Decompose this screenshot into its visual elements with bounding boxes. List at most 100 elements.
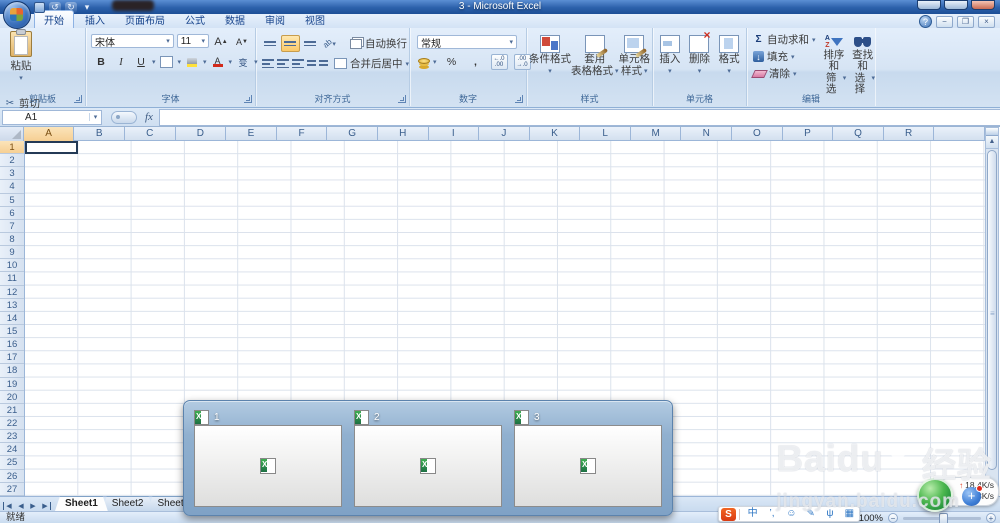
restore-button[interactable]: [944, 0, 968, 10]
percent-style-button[interactable]: %: [443, 54, 461, 70]
align-left-button[interactable]: [261, 55, 275, 72]
column-header-D[interactable]: D: [176, 127, 227, 141]
tab-页面布局[interactable]: 页面布局: [116, 11, 174, 28]
window-thumbnail-1[interactable]: 1: [194, 409, 342, 507]
row-header-27[interactable]: 27: [0, 483, 24, 496]
save-icon[interactable]: [34, 1, 45, 13]
sheet-tab-sheet2[interactable]: Sheet2: [102, 496, 154, 511]
align-center-button[interactable]: [276, 55, 290, 72]
align-bottom-button[interactable]: [301, 35, 320, 52]
paste-button[interactable]: 粘贴 ▾: [4, 29, 38, 91]
column-header-E[interactable]: E: [226, 127, 277, 141]
row-header-10[interactable]: 10: [0, 259, 24, 273]
column-header-P[interactable]: P: [783, 127, 834, 141]
orientation-button[interactable]: ab ▾: [320, 35, 339, 52]
speed-ball[interactable]: [917, 478, 953, 512]
office-button[interactable]: [3, 1, 31, 29]
window-thumbnail-3[interactable]: 3: [514, 409, 662, 507]
increase-indent-button[interactable]: [318, 55, 329, 72]
chevron-down-icon[interactable]: ▾: [89, 113, 101, 121]
align-right-button[interactable]: [291, 55, 305, 72]
tab-视图[interactable]: 视图: [296, 11, 334, 28]
undo-icon[interactable]: ↺: [49, 1, 61, 13]
bold-button[interactable]: B: [92, 54, 110, 70]
row-header-24[interactable]: 24: [0, 443, 24, 457]
row-header-16[interactable]: 16: [0, 338, 24, 352]
column-header-A[interactable]: A: [23, 127, 75, 141]
redo-icon[interactable]: ↻: [65, 1, 77, 13]
align-top-button[interactable]: [261, 35, 280, 52]
dialog-launcher-icon[interactable]: [398, 95, 406, 103]
row-header-11[interactable]: 11: [0, 272, 24, 286]
font-size-select[interactable]: 11 ▾: [176, 34, 209, 48]
column-header-C[interactable]: C: [125, 127, 176, 141]
find-select-button[interactable]: 查找和 选择 ▾: [850, 32, 875, 95]
select-all-corner[interactable]: [0, 127, 24, 141]
row-header-9[interactable]: 9: [0, 246, 24, 260]
italic-button[interactable]: I: [112, 54, 130, 70]
font-color-button[interactable]: A: [209, 54, 227, 70]
qat-dropdown-icon[interactable]: ▾: [81, 2, 93, 13]
phonetic-guide-button[interactable]: 变: [234, 54, 252, 70]
zoom-slider[interactable]: [903, 512, 981, 523]
underline-button[interactable]: U: [132, 54, 150, 70]
row-header-20[interactable]: 20: [0, 391, 24, 404]
name-box[interactable]: A1 ▾: [2, 109, 102, 125]
workbook-restore-button[interactable]: ❐: [957, 15, 974, 28]
row-header-5[interactable]: 5: [0, 194, 24, 207]
tab-数据[interactable]: 数据: [216, 11, 254, 28]
help-button[interactable]: ?: [919, 15, 932, 28]
column-header-J[interactable]: J: [479, 127, 530, 141]
zoom-in-button[interactable]: +: [986, 513, 996, 523]
comma-style-button[interactable]: ,: [467, 54, 485, 70]
vertical-scrollbar[interactable]: ▲: [985, 127, 999, 496]
row-header-19[interactable]: 19: [0, 378, 24, 391]
split-handle[interactable]: [986, 128, 998, 136]
align-middle-button[interactable]: [280, 35, 300, 52]
fill-color-button[interactable]: [183, 54, 201, 70]
column-header-O[interactable]: O: [732, 127, 783, 141]
cell-styles-button[interactable]: 单元格 样式 ▾: [619, 32, 650, 77]
column-header-M[interactable]: M: [631, 127, 682, 141]
row-header-25[interactable]: 25: [0, 456, 24, 470]
format-cells-button[interactable]: 格式 ▾: [719, 32, 740, 77]
zoom-slider-thumb[interactable]: [939, 512, 948, 523]
row-header-7[interactable]: 7: [0, 220, 24, 233]
scroll-up-icon[interactable]: ▲: [986, 136, 998, 149]
formula-input[interactable]: [158, 108, 1000, 126]
row-header-18[interactable]: 18: [0, 364, 24, 378]
merge-center-button[interactable]: 合并后居中 ▾: [332, 56, 411, 71]
tab-审阅[interactable]: 审阅: [256, 11, 294, 28]
delete-cells-button[interactable]: 删除 ▾: [689, 30, 711, 77]
minimize-button[interactable]: [917, 0, 941, 10]
column-header-H[interactable]: H: [378, 127, 429, 141]
next-sheet-icon[interactable]: ▶: [28, 502, 38, 510]
autosum-button[interactable]: Σ 自动求和 ▾: [751, 32, 818, 47]
insert-cells-button[interactable]: 插入 ▾: [659, 32, 680, 77]
sogou-logo-icon[interactable]: S: [721, 507, 736, 521]
wrap-text-button[interactable]: 自动换行: [348, 36, 409, 51]
close-button[interactable]: [971, 0, 995, 10]
column-header-L[interactable]: L: [580, 127, 631, 141]
dialog-launcher-icon[interactable]: [515, 95, 523, 103]
emoji-icon[interactable]: ☺: [782, 507, 801, 521]
row-header-1[interactable]: 1: [0, 141, 24, 155]
format-as-table-button[interactable]: 套用 表格格式 ▾: [571, 32, 619, 77]
row-header-15[interactable]: 15: [0, 325, 24, 339]
decrease-indent-button[interactable]: [306, 55, 317, 72]
row-header-4[interactable]: 4: [0, 180, 24, 194]
font-name-select[interactable]: 宋体 ▾: [91, 34, 174, 49]
row-header-22[interactable]: 22: [0, 417, 24, 431]
increase-decimal-button[interactable]: ←.0 .00: [490, 54, 508, 70]
grow-font-button[interactable]: A ▲: [212, 34, 230, 50]
column-header-B[interactable]: B: [74, 127, 125, 141]
mic-icon[interactable]: ψ: [820, 507, 839, 521]
insert-function-icon[interactable]: fx: [145, 111, 153, 123]
row-header-14[interactable]: 14: [0, 312, 24, 325]
column-header-K[interactable]: K: [530, 127, 581, 141]
vertical-scroll-thumb[interactable]: [987, 150, 997, 470]
first-sheet-icon[interactable]: ◀: [3, 502, 14, 510]
row-header-6[interactable]: 6: [0, 207, 24, 220]
column-header-Q[interactable]: Q: [833, 127, 884, 141]
sort-filter-button[interactable]: AZ 排序和 筛选 ▾: [822, 32, 846, 95]
